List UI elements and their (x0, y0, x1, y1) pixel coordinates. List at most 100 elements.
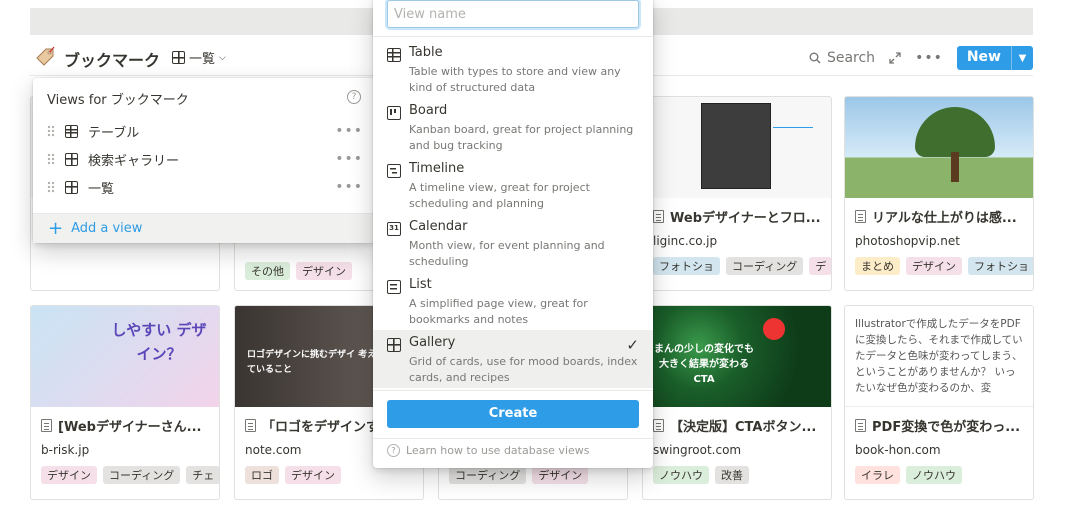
tag: チェ (186, 466, 219, 484)
tag: デザイン (41, 466, 97, 484)
search-label: Search (826, 50, 876, 66)
tag: ノウハウ (906, 466, 962, 484)
page-icon (41, 419, 52, 432)
view-option-desc: A timeline view, great for project sched… (409, 181, 590, 210)
page-icon (653, 210, 664, 223)
view-option-board[interactable]: Board Kanban board, great for project pl… (373, 98, 653, 156)
card-tags: イラレ ノウハウ (855, 466, 962, 484)
chevron-down-icon: ⌵ (219, 52, 226, 63)
card-tags: ロゴ デザイン (245, 466, 341, 484)
card-tags: デザイン コーディング チェ (41, 466, 219, 484)
view-item-table[interactable]: テーブル ••• (47, 119, 363, 143)
view-option-name: Board (409, 103, 448, 118)
timeline-icon (387, 164, 401, 178)
tree-trunk (951, 152, 959, 182)
add-view-button[interactable]: + Add a view (33, 213, 375, 243)
cover-text: まんの少しの変化でも 大きく結果が変わる CTA (654, 344, 754, 385)
drag-handle-icon[interactable] (47, 125, 55, 137)
more-options-icon[interactable]: ••• (335, 151, 363, 167)
view-item-label: テーブル (88, 125, 140, 141)
view-option-name: Gallery (409, 335, 456, 350)
card-tags: その他 デザイン (245, 262, 352, 280)
page-icon (855, 210, 866, 223)
red-button-shape (763, 318, 785, 340)
more-options-icon[interactable]: ••• (915, 50, 943, 66)
view-option-name: Timeline (409, 161, 465, 176)
view-option-table[interactable]: Table Table with types to store and view… (373, 40, 653, 98)
card-title: Webデザイナーとフロ... (653, 207, 821, 226)
tag: その他 (245, 262, 290, 280)
gallery-icon (387, 338, 401, 352)
toolbar: Search ••• New ▼ (809, 46, 1033, 70)
tag: コーディング (726, 257, 804, 275)
new-button-label: New (966, 49, 1001, 65)
gallery-card[interactable]: Illustratorで作成したデータをPDFに変換したら、それまで作成していた… (844, 305, 1034, 500)
card-tags: まとめ デザイン フォトショ (855, 257, 1033, 275)
card-domain: book-hon.com (855, 443, 941, 457)
board-icon (387, 106, 401, 120)
view-option-desc: A simplified page view, great for bookma… (409, 297, 588, 326)
current-view-label: 一覧 (189, 52, 216, 67)
view-option-timeline[interactable]: Timeline A timeline view, great for proj… (373, 156, 653, 214)
gallery-card[interactable]: まんの少しの変化でも 大きく結果が変わる CTA 【決定版】CTAボタン... … (642, 305, 832, 500)
cover-text: ロゴデザインに挑むデザイ 考えていること (247, 350, 377, 375)
more-options-icon[interactable]: ••• (335, 123, 363, 139)
tag: ロゴ (245, 466, 279, 484)
view-option-list[interactable]: List A simplified page view, great for b… (373, 272, 653, 330)
view-name-input[interactable] (387, 0, 639, 28)
tag: デザイン (296, 262, 352, 280)
tag: フォトショ (653, 257, 720, 275)
gallery-card[interactable]: しやすい デザイン？ [Webデザイナーさん... b-risk.jp デザイン… (30, 305, 220, 500)
card-domain: swingroot.com (653, 443, 742, 457)
card-domain: photoshopvip.net (855, 234, 960, 248)
view-option-calendar[interactable]: 31 Calendar Month view, for event planni… (373, 214, 653, 272)
view-option-desc: Grid of cards, use for mood boards, inde… (409, 355, 638, 384)
table-icon (65, 124, 78, 138)
card-domain: liginc.co.jp (653, 234, 718, 248)
learn-link[interactable]: ? Learn how to use database views (387, 444, 590, 457)
gallery-card[interactable]: Webデザイナーとフロ... liginc.co.jp フォトショ コーディング… (642, 96, 832, 291)
views-popover: Views for ブックマーク ? テーブル ••• 検索ギャラリー ••• … (33, 78, 375, 243)
screenshot-thumbnail (701, 103, 771, 189)
tag: フォトショ (968, 257, 1033, 275)
view-item-label: 検索ギャラリー (88, 153, 180, 169)
list-icon (387, 280, 401, 294)
tag: イラレ (855, 466, 900, 484)
learn-link-label: Learn how to use database views (406, 444, 590, 457)
tag: デザイン (532, 466, 589, 484)
card-cover (643, 97, 831, 198)
card-cover: Illustratorで作成したデータをPDFに変換したら、それまで作成していた… (845, 306, 1033, 407)
search-button[interactable]: Search (809, 50, 875, 66)
view-switcher[interactable]: 一覧 ⌵ (172, 48, 226, 67)
cover-text: しやすい デザイン？ (111, 321, 207, 363)
view-item-search-gallery[interactable]: 検索ギャラリー ••• (47, 147, 363, 171)
bookmark-tag-icon (36, 46, 55, 66)
view-option-desc: Kanban board, great for project planning… (409, 123, 634, 152)
drag-handle-icon[interactable] (47, 153, 55, 165)
table-icon (387, 48, 401, 62)
card-domain: note.com (245, 443, 302, 457)
new-button[interactable]: New ▼ (956, 46, 1033, 70)
calendar-icon: 31 (387, 222, 401, 236)
gallery-card[interactable]: リアルな仕上がりは感... photoshopvip.net まとめ デザイン … (844, 96, 1034, 291)
view-option-desc: Month view, for event planning and sched… (409, 239, 605, 268)
divider (373, 36, 653, 37)
card-cover (845, 97, 1033, 198)
card-preview-text: Illustratorで作成したデータをPDFに変換したら、それまで作成していた… (855, 318, 1023, 394)
create-button[interactable]: Create (387, 400, 639, 428)
card-cover: まんの少しの変化でも 大きく結果が変わる CTA (643, 306, 831, 407)
view-option-gallery[interactable]: Gallery Grid of cards, use for mood boar… (373, 330, 653, 388)
tag: デザイン (285, 466, 341, 484)
view-option-name: Table (409, 45, 443, 60)
page-icon (653, 419, 664, 432)
help-icon[interactable]: ? (347, 90, 361, 104)
view-item-list[interactable]: 一覧 ••• (47, 175, 363, 199)
chevron-down-icon[interactable]: ▼ (1011, 46, 1033, 70)
database-title: ブックマーク (64, 51, 161, 70)
card-title: PDF変換で色が変わっ... (855, 416, 1020, 435)
expand-icon[interactable] (889, 52, 901, 64)
tag: コーディング (103, 466, 181, 484)
more-options-icon[interactable]: ••• (335, 179, 363, 195)
card-tags: ノウハウ 改善 (653, 466, 749, 484)
drag-handle-icon[interactable] (47, 181, 55, 193)
